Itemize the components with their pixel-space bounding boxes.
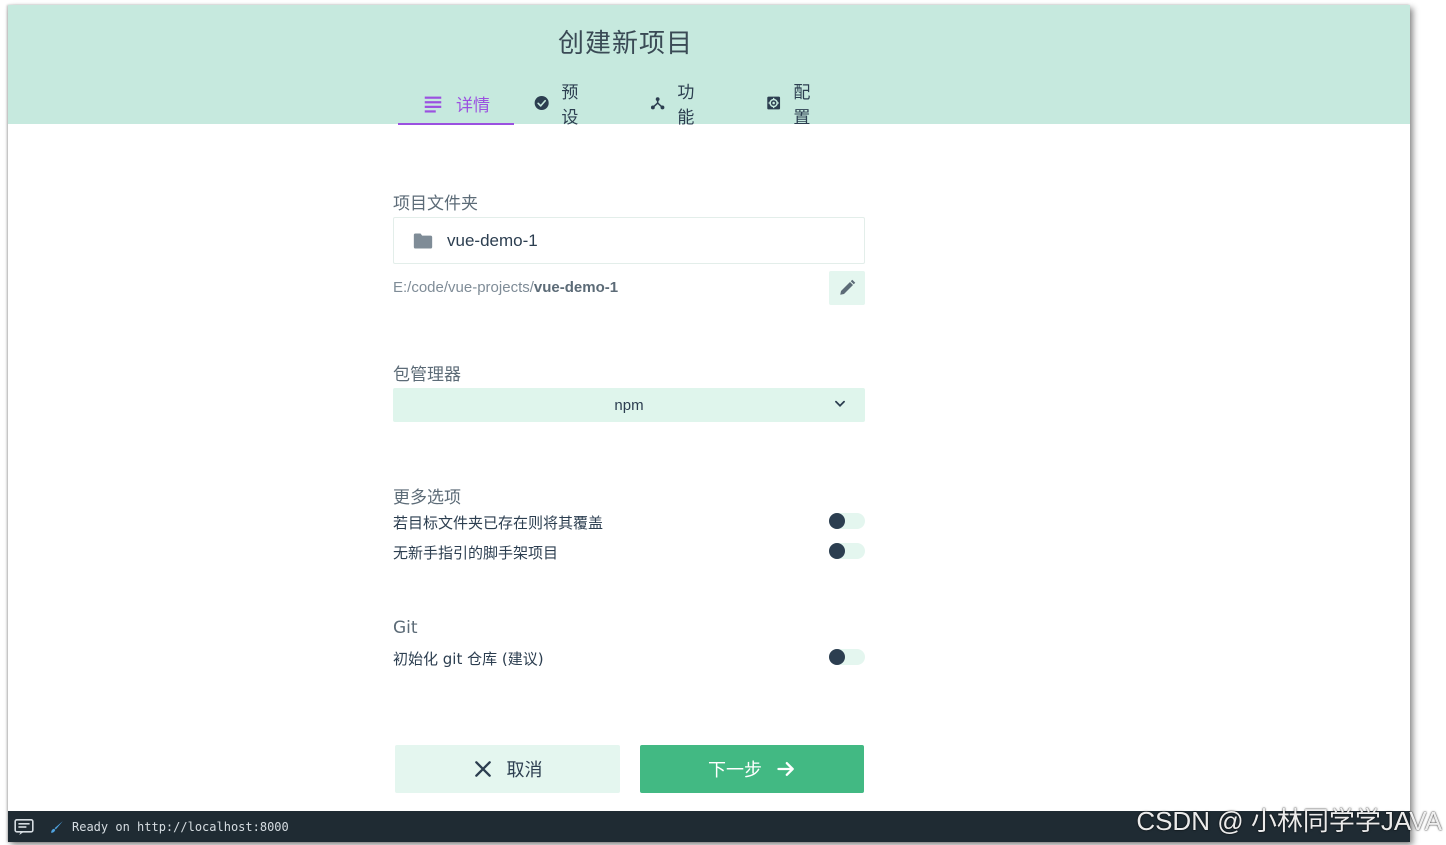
folder-name-value: vue-demo-1	[447, 230, 538, 250]
package-manager-value: npm	[614, 396, 644, 414]
git-init-option-label: 初始化 git 仓库 (建议)	[393, 650, 544, 668]
close-icon	[474, 761, 491, 777]
next-button[interactable]: 下一步	[640, 745, 864, 793]
git-label: Git	[393, 618, 418, 638]
folder-path-prefix: E:/code/vue-projects/	[393, 279, 534, 296]
chevron-down-icon	[835, 400, 845, 407]
edit-path-button[interactable]	[829, 271, 865, 305]
list-icon	[424, 96, 442, 113]
status-text: Ready on http://localhost:8000	[72, 819, 289, 834]
toggle-knob	[829, 543, 845, 559]
next-label: 下一步	[708, 760, 762, 781]
tab-details-label: 详情	[456, 95, 490, 116]
pencil-icon	[840, 279, 856, 295]
check-circle-icon	[534, 95, 549, 111]
package-manager-select[interactable]: npm	[393, 388, 865, 422]
console-icon[interactable]	[14, 818, 34, 835]
no-guide-toggle[interactable]	[829, 543, 865, 559]
tab-config-label: 配置	[793, 83, 811, 128]
folder-label: 项目文件夹	[393, 194, 478, 214]
folder-path: E:/code/vue-projects/vue-demo-1	[393, 279, 618, 296]
package-manager-label: 包管理器	[393, 365, 461, 385]
watermark: CSDN @ 小林同学学JAVA	[1136, 806, 1442, 836]
tab-features[interactable]: 功能	[650, 83, 701, 128]
no-guide-option-label: 无新手指引的脚手架项目	[393, 544, 559, 562]
toggle-knob	[829, 649, 845, 665]
arrow-right-icon	[777, 762, 794, 776]
tab-details[interactable]: 详情	[398, 83, 514, 125]
tab-preset[interactable]: 预设	[534, 83, 585, 128]
git-init-toggle[interactable]	[829, 649, 865, 665]
toggle-knob	[829, 513, 845, 529]
app-window: 创建新项目 详情 预设 功能 配置 项目文件夹 vue-demo-1 E:/co…	[8, 5, 1410, 842]
page-title: 创建新项目	[558, 29, 694, 59]
folder-name-input[interactable]: vue-demo-1	[393, 217, 865, 264]
folder-path-name: vue-demo-1	[533, 279, 619, 296]
cancel-button[interactable]: 取消	[395, 745, 620, 793]
cancel-label: 取消	[506, 760, 543, 781]
overwrite-toggle[interactable]	[829, 513, 865, 529]
folder-icon	[413, 233, 433, 248]
more-options-label: 更多选项	[393, 488, 461, 508]
overwrite-option-label: 若目标文件夹已存在则将其覆盖	[393, 514, 604, 532]
fork-icon	[650, 97, 665, 110]
tab-config[interactable]: 配置	[766, 83, 817, 128]
header: 创建新项目 详情 预设 功能 配置	[8, 5, 1410, 128]
tab-preset-label: 预设	[561, 83, 579, 128]
gear-icon	[767, 96, 781, 110]
brush-icon	[51, 820, 63, 833]
tab-features-label: 功能	[677, 83, 695, 128]
